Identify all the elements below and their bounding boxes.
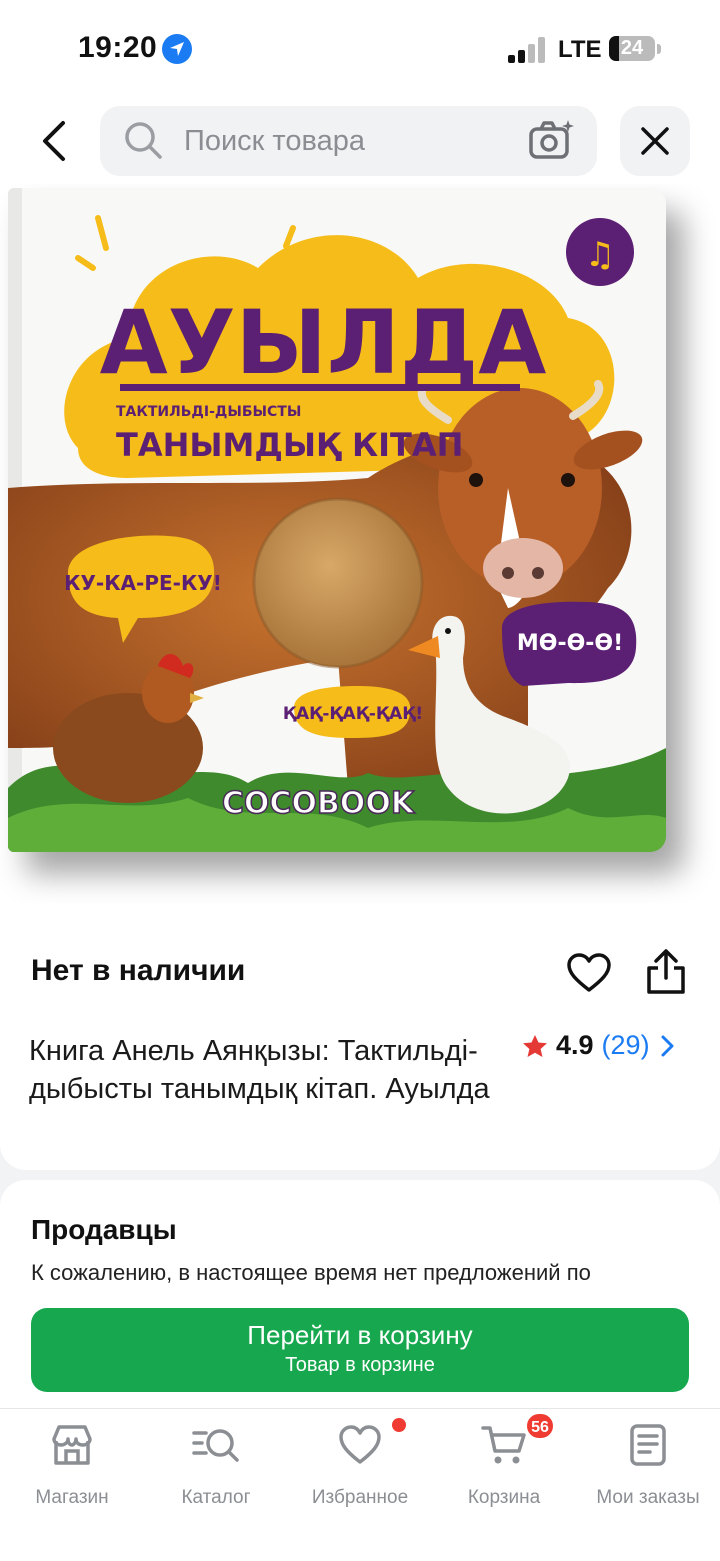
availability-status: Нет в наличии xyxy=(31,954,246,987)
search-header xyxy=(0,96,720,184)
rating-link[interactable]: 4.9 (29) xyxy=(522,1030,676,1061)
battery-level: 24 xyxy=(620,37,644,59)
sellers-message: К сожалению, в настоящее время нет предл… xyxy=(31,1260,591,1285)
nav-item-favorites[interactable]: Избранное xyxy=(288,1423,432,1523)
status-time: 19:20 xyxy=(78,31,158,64)
sellers-heading: Продавцы xyxy=(31,1214,177,1245)
cover-rooster-bubble: КУ-КА-РЕ-КУ! xyxy=(64,571,222,595)
battery-cap xyxy=(657,44,661,54)
nav-label: Каталог xyxy=(181,1487,251,1508)
nav-label: Магазин xyxy=(35,1487,109,1508)
favorite-button[interactable] xyxy=(566,952,612,999)
cover-goose-bubble: ҚАҚ-ҚАҚ-ҚАҚ! xyxy=(283,704,423,724)
product-info-card: Нет в наличии Книга Анель Аянқызы: Такти… xyxy=(0,904,720,1170)
book-cover-image: ♫ КУ-КА-РЕ-КУ! МӨ-Ө-Ө! ҚАҚ-ҚАҚ-ҚАҚ! АУЫЛ… xyxy=(8,188,666,852)
cart-count-badge: 56 xyxy=(525,1412,555,1440)
heart-icon xyxy=(567,953,611,992)
battery-icon: 24 xyxy=(609,36,655,61)
chevron-right-icon xyxy=(661,1035,674,1056)
close-button[interactable] xyxy=(620,106,690,176)
cover-cow-bubble: МӨ-Ө-Ө! xyxy=(517,631,623,656)
nav-item-catalog[interactable]: Каталог xyxy=(144,1423,288,1523)
product-title: Книга Анель Аянқызы: Тактильді-дыбысты т… xyxy=(29,1035,490,1105)
orders-icon xyxy=(630,1424,666,1466)
go-to-cart-label: Перейти в корзину xyxy=(247,1320,473,1350)
share-button[interactable] xyxy=(644,948,688,1001)
search-icon xyxy=(125,122,162,159)
nav-item-orders[interactable]: Мои заказы xyxy=(576,1423,720,1523)
search-bar[interactable] xyxy=(100,106,597,176)
status-bar: 19:20 LTE 24 xyxy=(0,0,720,96)
cover-title: АУЫЛДА xyxy=(100,291,547,394)
nav-label: Мои заказы xyxy=(596,1487,700,1508)
cart-icon xyxy=(481,1426,526,1464)
rating-score: 4.9 xyxy=(556,1030,594,1060)
in-cart-label: Товар в корзине xyxy=(285,1354,435,1376)
nav-item-shop[interactable]: Магазин xyxy=(0,1423,144,1523)
sellers-section: Продавцы К сожалению, в настоящее время … xyxy=(0,1180,720,1408)
bottom-navigation: Магазин Каталог Избранное Корзина Мои за… xyxy=(0,1408,720,1561)
shop-icon xyxy=(52,1425,92,1465)
location-arrow-icon xyxy=(162,34,192,64)
search-input[interactable] xyxy=(184,120,514,162)
star-icon xyxy=(523,1034,547,1057)
favorites-notification-dot xyxy=(392,1418,406,1432)
nav-item-cart[interactable]: Корзина xyxy=(432,1423,576,1523)
share-icon xyxy=(647,949,685,994)
svg-text:♫: ♫ xyxy=(585,235,615,275)
network-type: LTE xyxy=(558,36,602,63)
cover-brand: COCOBOOK xyxy=(222,786,416,821)
chevron-left-icon xyxy=(43,121,65,161)
nav-label: Избранное xyxy=(311,1487,409,1508)
go-to-cart-button[interactable]: Перейти в корзину Товар в корзине xyxy=(31,1308,689,1392)
nav-label: Корзина xyxy=(467,1487,541,1508)
signal-icon xyxy=(508,37,546,63)
product-gallery[interactable]: ♫ КУ-КА-РЕ-КУ! МӨ-Ө-Ө! ҚАҚ-ҚАҚ-ҚАҚ! АУЫЛ… xyxy=(0,184,720,904)
heart-icon xyxy=(339,1425,381,1464)
cover-subtitle-small: ТАКТИЛЬДІ-ДЫБЫСТЫ xyxy=(116,404,301,420)
camera-search-icon[interactable] xyxy=(528,119,574,161)
close-icon xyxy=(641,127,669,155)
back-button[interactable] xyxy=(28,110,80,172)
catalog-search-icon xyxy=(192,1429,239,1462)
review-count: (29) xyxy=(601,1030,650,1060)
cover-subtitle-large: ТАНЫМДЫҚ КІТАП xyxy=(116,426,463,464)
